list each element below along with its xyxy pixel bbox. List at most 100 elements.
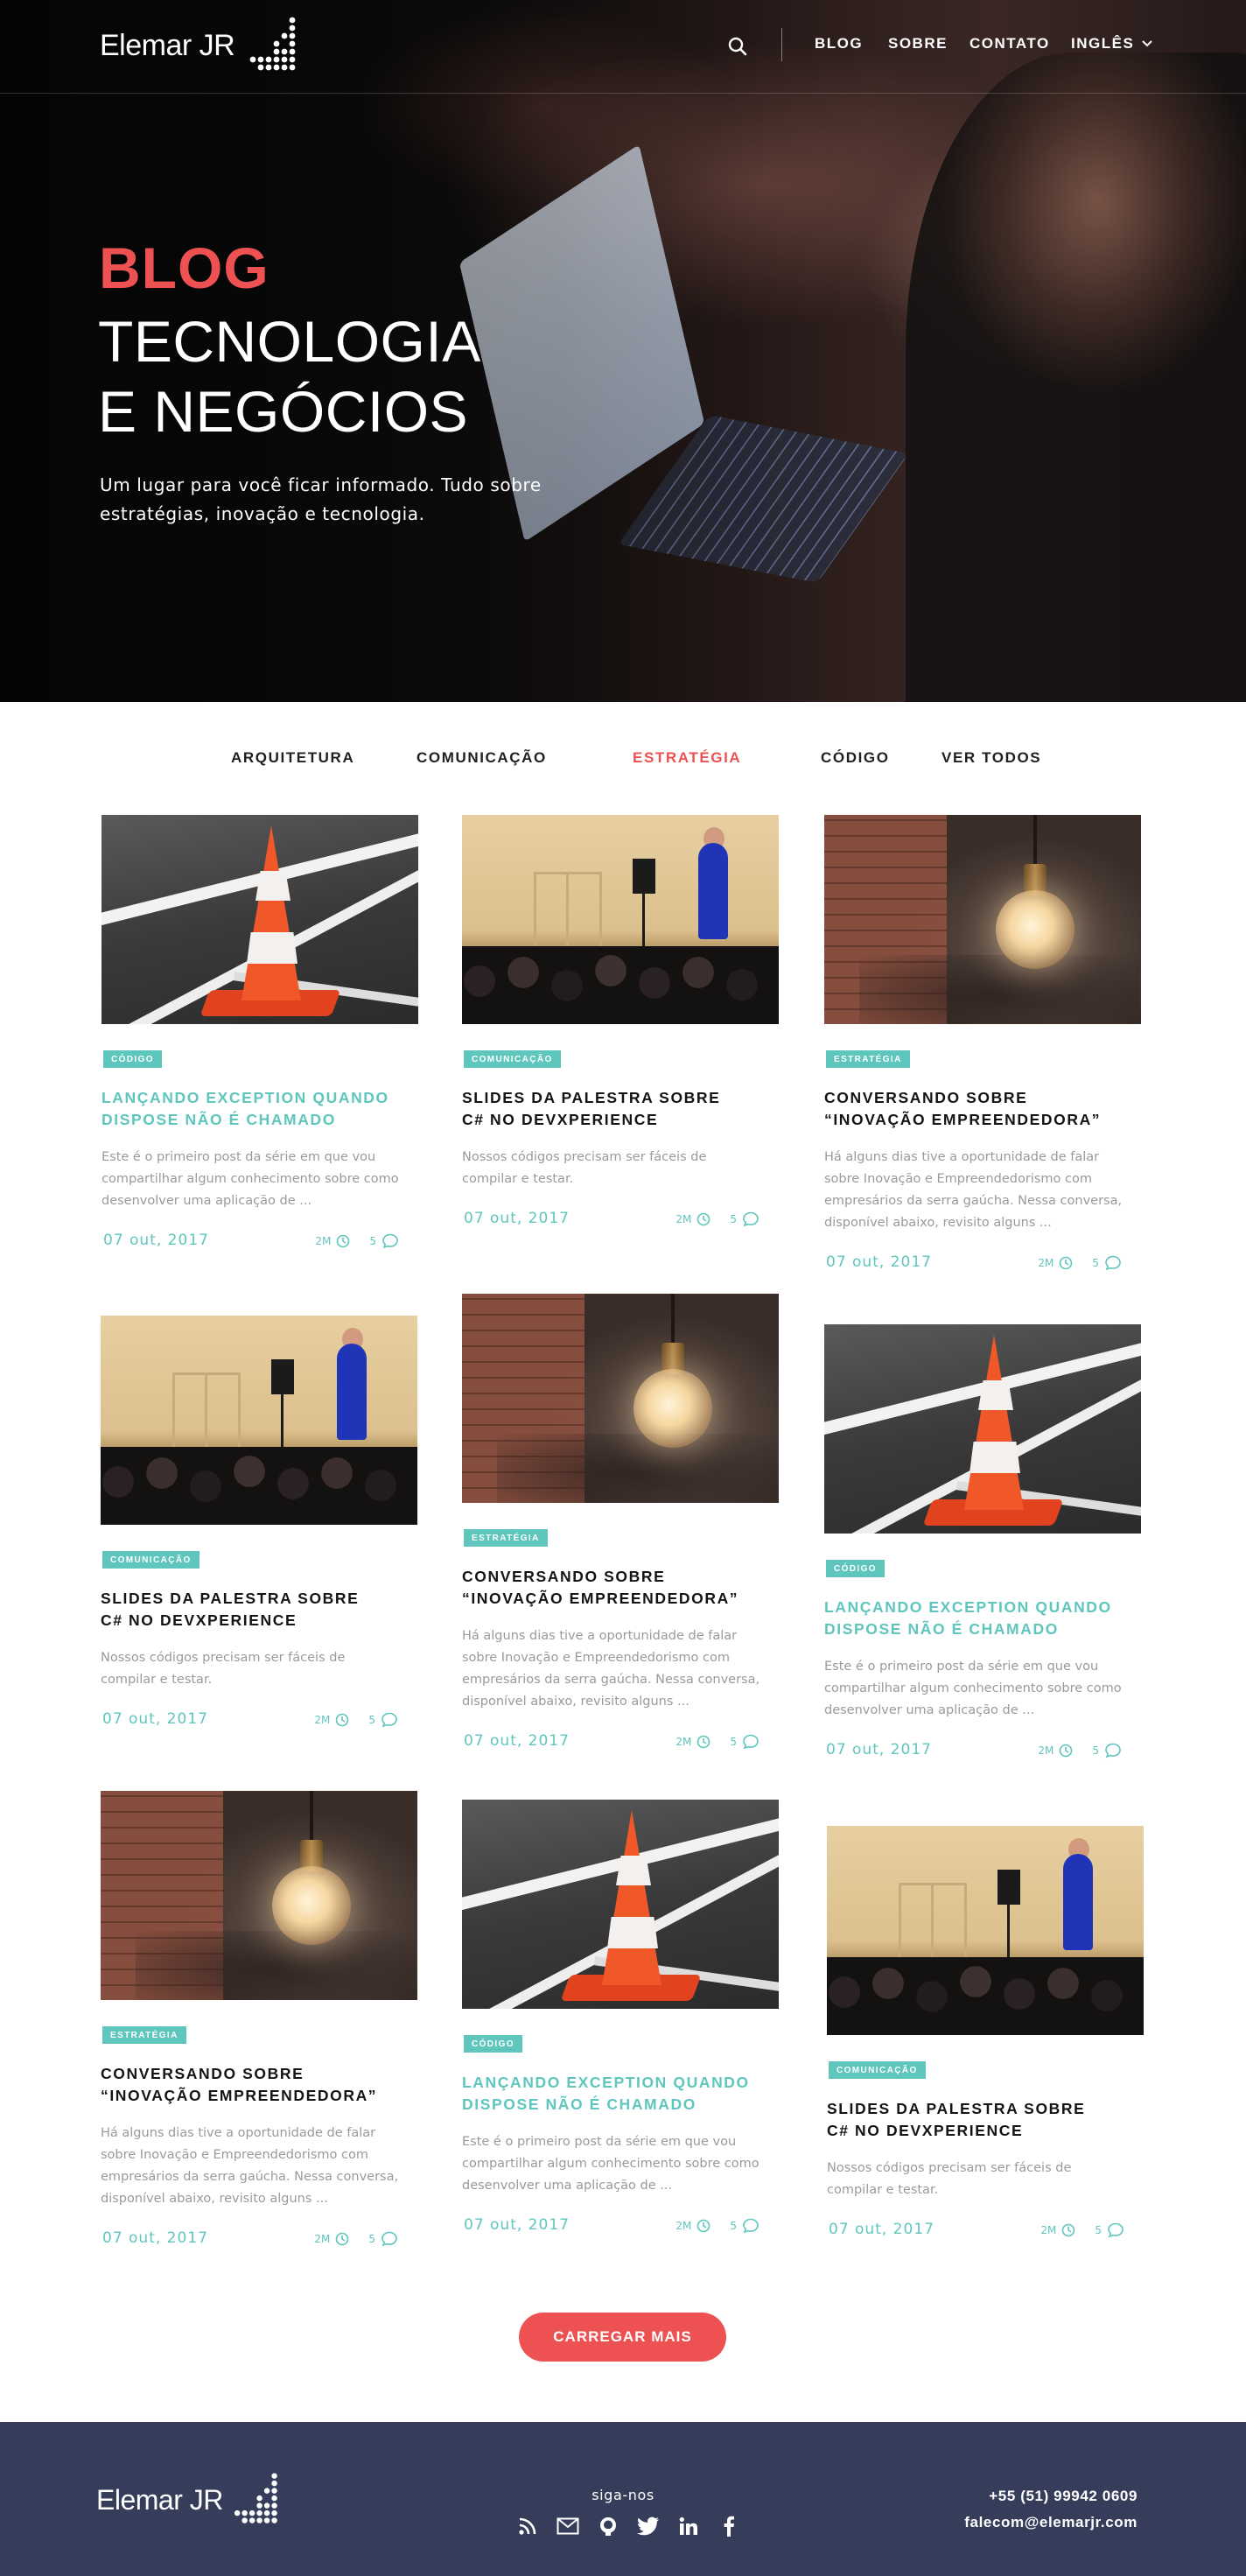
- search-icon[interactable]: [723, 32, 752, 61]
- post-card[interactable]: ESTRATÉGIA CONVERSANDO SOBRE “INOVAÇÃO EM…: [824, 815, 1141, 1276]
- post-card[interactable]: COMUNICAÇÃO SLIDES DA PALESTRA SOBRE C# N…: [827, 1826, 1144, 2243]
- hero-title: TECNOLOGIA E NEGÓCIOS: [98, 306, 481, 446]
- nav-divider: [781, 28, 782, 61]
- post-card[interactable]: COMUNICAÇÃO SLIDES DA PALESTRA SOBRE C# N…: [101, 1316, 417, 1733]
- contact-email[interactable]: falecom@elemarjr.com: [964, 2509, 1138, 2536]
- comment-icon[interactable]: [1104, 1743, 1122, 1758]
- logo-dots-icon: [249, 17, 296, 71]
- post-card[interactable]: CÓDIGO LANÇANDO EXCEPTION QUANDO DISPOSE …: [462, 1800, 779, 2239]
- comment-icon[interactable]: [742, 1734, 760, 1750]
- category-tabs: ARQUITETURA COMUNICAÇÃO ESTRATÉGIA CÓDIG…: [0, 746, 1246, 776]
- post-title[interactable]: CONVERSANDO SOBRE “INOVAÇÃO EMPREENDEDOR…: [462, 1566, 779, 1610]
- category-badge[interactable]: COMUNICAÇÃO: [464, 1050, 561, 1068]
- post-stats: 2M 5: [1038, 1255, 1122, 1271]
- post-card[interactable]: COMUNICAÇÃO SLIDES DA PALESTRA SOBRE C# N…: [462, 815, 779, 1232]
- rss-icon[interactable]: [516, 2515, 539, 2537]
- post-card[interactable]: CÓDIGO LANÇANDO EXCEPTION QUANDO DISPOSE …: [102, 815, 418, 1254]
- post-stats: 2M 5: [314, 1712, 398, 1728]
- post-card[interactable]: ESTRATÉGIA CONVERSANDO SOBRE “INOVAÇÃO EM…: [101, 1791, 417, 2252]
- twitter-icon[interactable]: [637, 2515, 660, 2537]
- post-card[interactable]: ESTRATÉGIA CONVERSANDO SOBRE “INOVAÇÃO EM…: [462, 1294, 779, 1755]
- post-title[interactable]: LANÇANDO EXCEPTION QUANDO DISPOSE NÃO É …: [824, 1597, 1141, 1640]
- post-date: 07 out, 2017: [464, 1732, 570, 1750]
- post-meta: 07 out, 2017 2M 5: [462, 2215, 779, 2239]
- light-bulb-image[interactable]: [101, 1791, 417, 2000]
- nav-contato-link[interactable]: CONTATO: [970, 35, 1050, 53]
- category-badge[interactable]: ESTRATÉGIA: [464, 1529, 548, 1547]
- conference-stage-image[interactable]: [101, 1316, 417, 1525]
- category-badge[interactable]: CÓDIGO: [103, 1050, 162, 1068]
- post-title[interactable]: CONVERSANDO SOBRE “INOVAÇÃO EMPREENDEDOR…: [101, 2063, 417, 2107]
- post-date: 07 out, 2017: [103, 1232, 209, 1249]
- category-badge[interactable]: COMUNICAÇÃO: [102, 1551, 200, 1569]
- post-excerpt: Há alguns dias tive a oportunidade de fa…: [462, 1629, 760, 1709]
- light-bulb-image[interactable]: [824, 815, 1141, 1024]
- post-date: 07 out, 2017: [826, 1253, 932, 1271]
- comment-icon[interactable]: [742, 2218, 760, 2234]
- nav-blog-link[interactable]: BLOG: [815, 35, 863, 53]
- read-time: 2M: [676, 1213, 692, 1225]
- post-excerpt: Este é o primeiro post da série em que v…: [102, 1150, 399, 1208]
- comment-count: 5: [730, 1213, 737, 1225]
- post-date: 07 out, 2017: [102, 2229, 208, 2247]
- post-meta: 07 out, 2017 2M 5: [101, 2228, 417, 2252]
- post-excerpt: Há alguns dias tive a oportunidade de fa…: [101, 2126, 399, 2206]
- comment-count: 5: [1092, 1257, 1099, 1269]
- read-time: 2M: [676, 2220, 692, 2232]
- category-badge[interactable]: ESTRATÉGIA: [102, 2026, 186, 2044]
- post-excerpt: Nossos códigos precisam ser fáceis de co…: [827, 2161, 1072, 2197]
- tab-arquitetura[interactable]: ARQUITETURA: [231, 749, 354, 767]
- footer: Elemar JR siga-nos +55 (51) 99942 0609 f…: [0, 2422, 1246, 2576]
- tab-estrategia[interactable]: ESTRATÉGIA: [633, 749, 741, 767]
- post-meta: 07 out, 2017 2M 5: [462, 1730, 779, 1755]
- post-title[interactable]: SLIDES DA PALESTRA SOBRE C# NO DEVXPERIE…: [462, 1087, 779, 1131]
- github-icon[interactable]: [597, 2515, 620, 2537]
- tab-codigo[interactable]: CÓDIGO: [821, 749, 890, 767]
- traffic-cone-image[interactable]: [462, 1800, 779, 2009]
- read-time: 2M: [1038, 1257, 1054, 1269]
- tab-ver-todos[interactable]: VER TODOS: [942, 749, 1041, 767]
- post-date: 07 out, 2017: [102, 1710, 208, 1728]
- category-badge[interactable]: ESTRATÉGIA: [826, 1050, 910, 1068]
- facebook-icon[interactable]: [718, 2515, 740, 2537]
- tab-comunicacao[interactable]: COMUNICAÇÃO: [416, 749, 547, 767]
- post-stats: 2M 5: [1038, 1743, 1122, 1758]
- post-title[interactable]: CONVERSANDO SOBRE “INOVAÇÃO EMPREENDEDOR…: [824, 1087, 1141, 1131]
- post-title[interactable]: SLIDES DA PALESTRA SOBRE C# NO DEVXPERIE…: [827, 2098, 1144, 2142]
- comment-icon[interactable]: [381, 2231, 398, 2247]
- site-logo[interactable]: Elemar JR: [100, 14, 303, 77]
- traffic-cone-image[interactable]: [824, 1324, 1141, 1534]
- category-badge[interactable]: CÓDIGO: [464, 2035, 522, 2053]
- post-title[interactable]: LANÇANDO EXCEPTION QUANDO DISPOSE NÃO É …: [102, 1087, 418, 1131]
- comment-icon[interactable]: [382, 1233, 399, 1249]
- post-title[interactable]: LANÇANDO EXCEPTION QUANDO DISPOSE NÃO É …: [462, 2072, 779, 2116]
- category-badge[interactable]: CÓDIGO: [826, 1560, 885, 1577]
- linkedin-icon[interactable]: [677, 2515, 700, 2537]
- comment-count: 5: [1095, 2224, 1102, 2236]
- load-more-button[interactable]: CARREGAR MAIS: [519, 2313, 726, 2362]
- post-excerpt: Este é o primeiro post da série em que v…: [462, 2135, 760, 2193]
- language-selector[interactable]: INGLÊS: [1071, 35, 1153, 53]
- clock-icon: [336, 1713, 349, 1727]
- conference-stage-image[interactable]: [827, 1826, 1144, 2035]
- category-badge[interactable]: COMUNICAÇÃO: [829, 2061, 926, 2079]
- post-title[interactable]: SLIDES DA PALESTRA SOBRE C# NO DEVXPERIE…: [101, 1588, 417, 1632]
- traffic-cone-image[interactable]: [102, 815, 418, 1024]
- light-bulb-image[interactable]: [462, 1294, 779, 1503]
- hero-kicker: BLOG: [99, 235, 270, 300]
- post-card[interactable]: CÓDIGO LANÇANDO EXCEPTION QUANDO DISPOSE …: [824, 1324, 1141, 1764]
- comment-icon[interactable]: [742, 1211, 760, 1227]
- post-stats: 2M 5: [315, 1233, 399, 1249]
- nav-sobre-link[interactable]: SOBRE: [888, 35, 948, 53]
- comment-icon[interactable]: [381, 1712, 398, 1728]
- comment-count: 5: [730, 2220, 737, 2232]
- post-stats: 2M 5: [1040, 2222, 1124, 2238]
- post-excerpt: Nossos códigos precisam ser fáceis de co…: [462, 1150, 707, 1186]
- comment-icon[interactable]: [1107, 2222, 1124, 2238]
- comment-icon[interactable]: [1104, 1255, 1122, 1271]
- post-date: 07 out, 2017: [829, 2221, 934, 2238]
- post-excerpt: Este é o primeiro post da série em que v…: [824, 1660, 1122, 1717]
- conference-stage-image[interactable]: [462, 815, 779, 1024]
- mail-icon[interactable]: [556, 2515, 579, 2537]
- top-navigation: Elemar JR BLOG SOBRE CONTATO INGLÊS: [0, 0, 1246, 94]
